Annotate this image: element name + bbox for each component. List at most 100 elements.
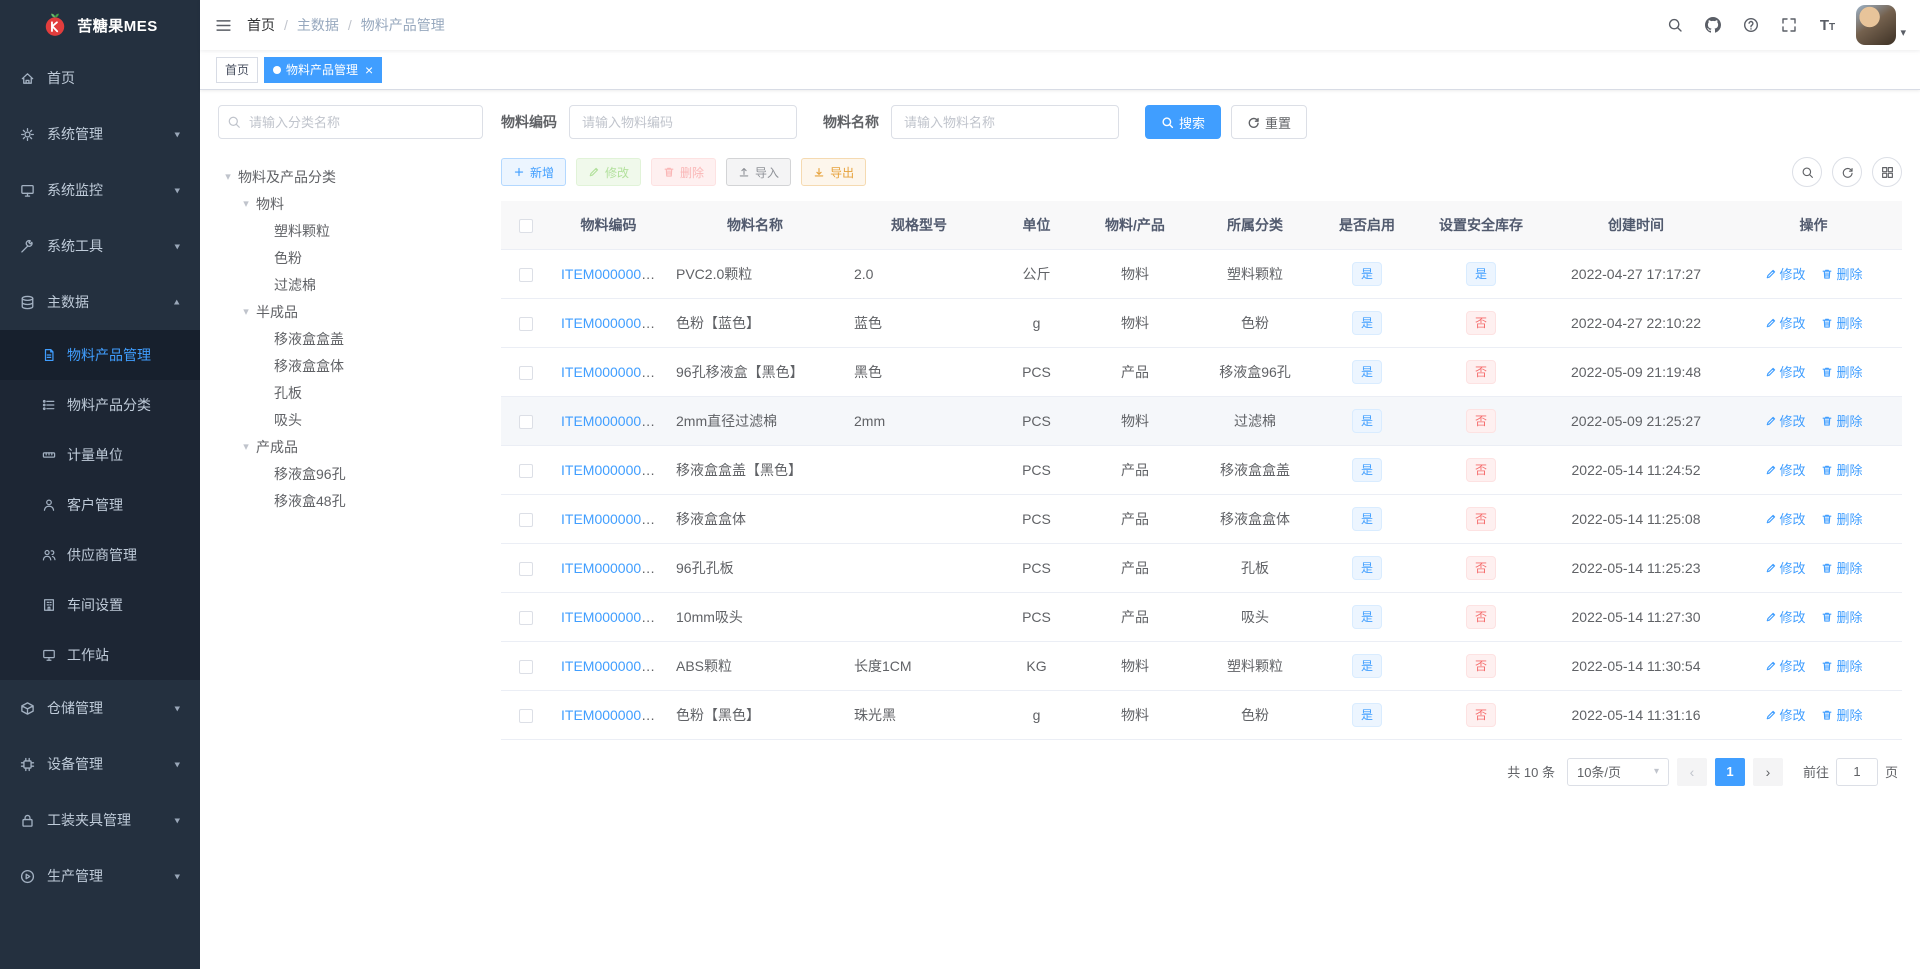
tree-node[interactable]: ▾ 移液盒盒盖 <box>218 325 483 352</box>
row-checkbox[interactable] <box>519 316 533 331</box>
caret-down-icon[interactable]: ▾ <box>236 305 256 318</box>
row-checkbox[interactable] <box>519 267 533 282</box>
tree-node[interactable]: ▾ 移液盒48孔 <box>218 487 483 514</box>
tab-close-icon[interactable]: × <box>365 63 373 77</box>
tree-node[interactable]: ▾ 产成品 <box>218 433 483 460</box>
edit-row-button[interactable]: 修改 <box>1765 705 1806 724</box>
caret-down-icon[interactable]: ▾ <box>236 197 256 210</box>
row-checkbox[interactable] <box>519 708 533 723</box>
delete-row-button[interactable]: 删除 <box>1821 411 1862 430</box>
category-search-input[interactable] <box>218 105 483 139</box>
edit-row-button[interactable]: 修改 <box>1765 558 1806 577</box>
toggle-search-button[interactable] <box>1792 157 1822 187</box>
select-all-checkbox[interactable] <box>519 218 533 233</box>
material-code-link[interactable]: ITEM00000052 <box>561 511 657 527</box>
material-code-link[interactable]: ITEM00000054 <box>561 609 657 625</box>
material-code-link[interactable]: ITEM00000049 <box>561 413 657 429</box>
material-code-link[interactable]: ITEM00000053 <box>561 560 657 576</box>
material-code-link[interactable]: ITEM00000056 <box>561 707 657 723</box>
table-row[interactable]: ITEM00000052 移液盒盒体 PCS 产品 移液盒盒体 是 否 2022… <box>501 494 1902 544</box>
sidebar-subitem[interactable]: 客户管理 <box>0 480 200 530</box>
delete-row-button[interactable]: 删除 <box>1821 313 1862 332</box>
table-row[interactable]: ITEM00000053 96孔孔板 PCS 产品 孔板 是 否 2022-05… <box>501 543 1902 593</box>
tree-node[interactable]: ▾ 塑料颗粒 <box>218 217 483 244</box>
row-checkbox[interactable] <box>519 659 533 674</box>
caret-down-icon[interactable]: ▾ <box>236 440 256 453</box>
delete-row-button[interactable]: 删除 <box>1821 362 1862 381</box>
sidebar-toggle-button[interactable] <box>200 0 247 50</box>
tree-node[interactable]: ▾ 物料 <box>218 190 483 217</box>
user-avatar[interactable] <box>1856 5 1897 45</box>
delete-button[interactable]: 删除 <box>651 158 717 186</box>
tree-node[interactable]: ▾ 移液盒96孔 <box>218 460 483 487</box>
table-row[interactable]: ITEM00000037 PVC2.0颗粒 2.0 公斤 物料 塑料颗粒 是 是… <box>501 249 1902 299</box>
tree-node[interactable]: ▾ 吸头 <box>218 406 483 433</box>
add-button[interactable]: 新增 <box>501 158 567 186</box>
row-checkbox[interactable] <box>519 610 533 625</box>
material-code-link[interactable]: ITEM00000041 <box>561 315 657 331</box>
delete-row-button[interactable]: 删除 <box>1821 558 1862 577</box>
tree-node[interactable]: ▾ 色粉 <box>218 244 483 271</box>
material-code-link[interactable]: ITEM00000051 <box>561 462 657 478</box>
row-checkbox[interactable] <box>519 463 533 478</box>
edit-row-button[interactable]: 修改 <box>1765 509 1806 528</box>
fullscreen-button[interactable] <box>1770 0 1808 50</box>
sidebar-subitem[interactable]: 物料产品分类 <box>0 380 200 430</box>
export-button[interactable]: 导出 <box>801 158 867 186</box>
help-button[interactable] <box>1732 0 1770 50</box>
import-button[interactable]: 导入 <box>726 158 792 186</box>
edit-row-button[interactable]: 修改 <box>1765 607 1806 626</box>
sidebar-subitem[interactable]: 物料产品管理 <box>0 330 200 380</box>
header-search-button[interactable] <box>1656 0 1694 50</box>
sidebar-item-equipment-mgmt[interactable]: 设备管理 ▾ <box>0 736 200 792</box>
tree-node[interactable]: ▾ 物料及产品分类 <box>218 163 483 190</box>
table-row[interactable]: ITEM00000046 96孔移液盒【黑色】 黑色 PCS 产品 移液盒96孔… <box>501 347 1902 397</box>
delete-row-button[interactable]: 删除 <box>1821 656 1862 675</box>
user-menu[interactable]: ▾ <box>1856 0 1906 50</box>
material-code-link[interactable]: ITEM00000055 <box>561 658 657 674</box>
sidebar-subitem[interactable]: 计量单位 <box>0 430 200 480</box>
breadcrumb-home[interactable]: 首页 <box>247 15 275 35</box>
edit-row-button[interactable]: 修改 <box>1765 362 1806 381</box>
delete-row-button[interactable]: 删除 <box>1821 607 1862 626</box>
column-settings-button[interactable] <box>1872 157 1902 187</box>
table-row[interactable]: ITEM00000056 色粉【黑色】 珠光黑 g 物料 色粉 是 否 2022… <box>501 690 1902 740</box>
table-row[interactable]: ITEM00000054 10mm吸头 PCS 产品 吸头 是 否 2022-0… <box>501 592 1902 642</box>
prev-page-button[interactable]: ‹ <box>1676 757 1707 786</box>
material-code-link[interactable]: ITEM00000046 <box>561 364 657 380</box>
row-checkbox[interactable] <box>519 365 533 380</box>
sidebar-subitem[interactable]: 工作站 <box>0 630 200 680</box>
page-size-select[interactable]: 10条/页 ▾ <box>1566 757 1669 786</box>
tree-node[interactable]: ▾ 孔板 <box>218 379 483 406</box>
table-row[interactable]: ITEM00000049 2mm直径过滤棉 2mm PCS 物料 过滤棉 是 否… <box>501 396 1902 446</box>
sidebar-item-system-monitor[interactable]: 系统监控 ▾ <box>0 162 200 218</box>
row-checkbox[interactable] <box>519 414 533 429</box>
material-code-link[interactable]: ITEM00000037 <box>561 266 657 282</box>
tree-node[interactable]: ▾ 半成品 <box>218 298 483 325</box>
delete-row-button[interactable]: 删除 <box>1821 264 1862 283</box>
row-checkbox[interactable] <box>519 512 533 527</box>
github-link[interactable] <box>1694 0 1732 50</box>
sidebar-item-master-data[interactable]: 主数据 ▾ <box>0 274 200 330</box>
refresh-table-button[interactable] <box>1832 157 1862 187</box>
reset-button[interactable]: 重置 <box>1231 105 1308 139</box>
sidebar-item-home[interactable]: 首页 <box>0 50 200 106</box>
page-number-1[interactable]: 1 <box>1714 757 1745 786</box>
tree-node[interactable]: ▾ 移液盒盒体 <box>218 352 483 379</box>
table-row[interactable]: ITEM00000051 移液盒盒盖【黑色】 PCS 产品 移液盒盒盖 是 否 … <box>501 445 1902 495</box>
next-page-button[interactable]: › <box>1752 757 1783 786</box>
table-row[interactable]: ITEM00000055 ABS颗粒 长度1CM KG 物料 塑料颗粒 是 否 … <box>501 641 1902 691</box>
edit-row-button[interactable]: 修改 <box>1765 313 1806 332</box>
delete-row-button[interactable]: 删除 <box>1821 509 1862 528</box>
delete-row-button[interactable]: 删除 <box>1821 460 1862 479</box>
sidebar-subitem[interactable]: 供应商管理 <box>0 530 200 580</box>
sidebar-item-warehouse-mgmt[interactable]: 仓储管理 ▾ <box>0 680 200 736</box>
edit-row-button[interactable]: 修改 <box>1765 656 1806 675</box>
app-logo[interactable]: 苦糖果MES <box>0 0 200 50</box>
sidebar-item-fixture-mgmt[interactable]: 工装夹具管理 ▾ <box>0 792 200 848</box>
sidebar-subitem[interactable]: 车间设置 <box>0 580 200 630</box>
material-code-input[interactable] <box>569 105 797 139</box>
row-checkbox[interactable] <box>519 561 533 576</box>
edit-button[interactable]: 修改 <box>576 158 642 186</box>
tab-home[interactable]: 首页 <box>216 56 259 83</box>
